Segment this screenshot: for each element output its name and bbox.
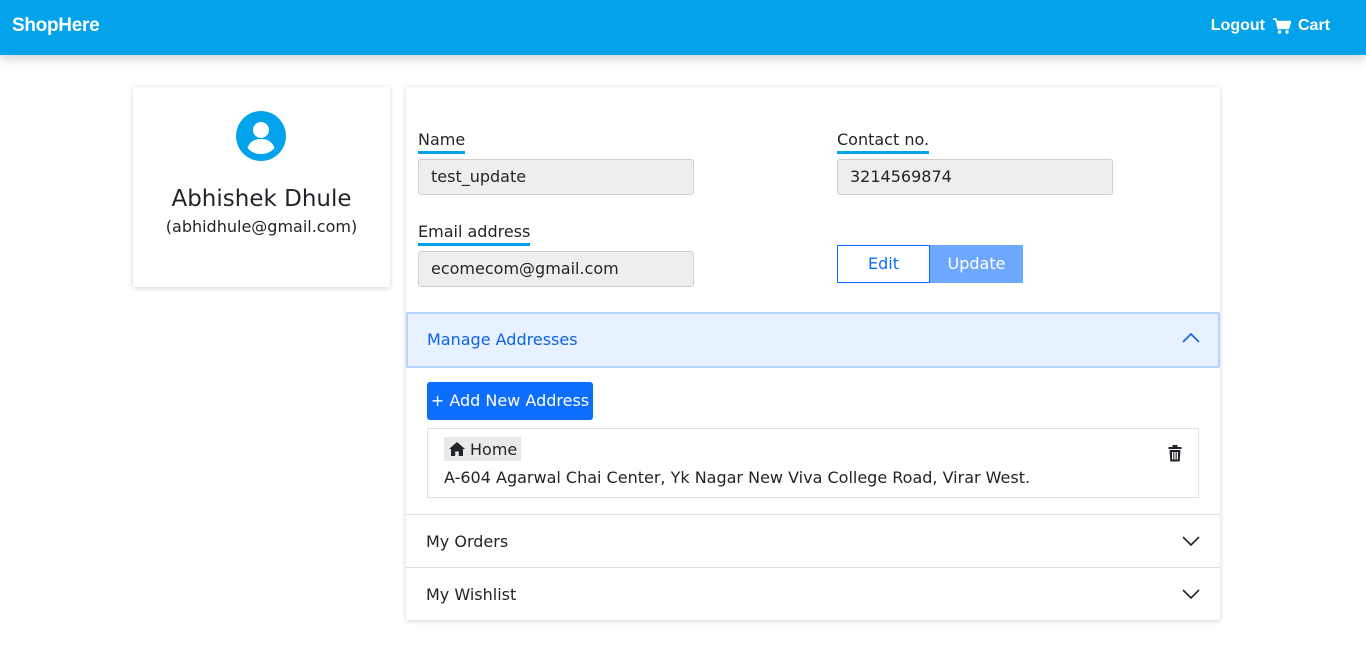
add-new-address-button[interactable]: + Add New Address: [427, 382, 593, 420]
top-navbar: ShopHere Logout Cart: [0, 0, 1366, 55]
shopping-cart-icon: [1272, 18, 1291, 34]
contact-field[interactable]: 3214569874: [837, 159, 1113, 195]
cart-link[interactable]: Cart: [1272, 17, 1330, 35]
chevron-down-icon: [1182, 536, 1200, 547]
brand-logo[interactable]: ShopHere: [12, 15, 100, 37]
cart-label: Cart: [1297, 17, 1330, 34]
name-label: Name: [418, 130, 466, 154]
profile-card: Abhishek Dhule (abhidhule@gmail.com): [133, 87, 390, 287]
address-type-badge: Home: [444, 437, 522, 461]
name-field[interactable]: test_update: [418, 159, 694, 195]
logout-link[interactable]: Logout: [1211, 17, 1265, 35]
navbar-actions: Logout Cart: [1211, 17, 1330, 35]
user-circle-icon: [236, 111, 286, 161]
address-card: Home A-604 Agarwal Chai Center, Yk Nagar…: [427, 428, 1199, 498]
trash-icon[interactable]: [1168, 445, 1182, 462]
email-field[interactable]: ecomecom@gmail.com: [418, 251, 694, 287]
contact-label: Contact no.: [837, 130, 930, 154]
profile-name: Abhishek Dhule: [171, 186, 352, 212]
address-type-label: Home: [470, 439, 518, 459]
manage-addresses-title: Manage Addresses: [427, 330, 578, 349]
address-text: A-604 Agarwal Chai Center, Yk Nagar New …: [444, 468, 1031, 487]
my-orders-header[interactable]: My Orders: [406, 515, 1220, 567]
edit-button[interactable]: Edit: [837, 245, 930, 283]
home-icon: [449, 442, 465, 456]
my-wishlist-title: My Wishlist: [426, 585, 517, 604]
update-button[interactable]: Update: [930, 245, 1023, 283]
my-wishlist-header[interactable]: My Wishlist: [406, 568, 1220, 620]
my-orders-title: My Orders: [426, 532, 509, 551]
manage-addresses-header[interactable]: Manage Addresses: [406, 312, 1220, 368]
chevron-down-icon: [1182, 589, 1200, 600]
profile-email: (abhidhule@gmail.com): [165, 217, 358, 236]
email-label: Email address: [418, 222, 531, 246]
account-details-card: Name test_update Contact no. 3214569874 …: [406, 87, 1220, 620]
chevron-up-icon: [1182, 332, 1200, 343]
